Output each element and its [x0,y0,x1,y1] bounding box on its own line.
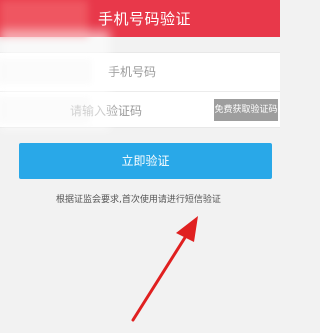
blurred-left-area [0,30,110,130]
page-title: 手机号码验证 [98,10,192,28]
sms-notice-text: 根据证监会要求,首次使用请进行短信验证 [56,195,221,205]
arrow-head [176,216,198,242]
phone-number-input[interactable] [108,53,268,90]
sms-verification-screen: 手机号码验证 免费获取验证码 立即验证 根据证监会要求,首次使用请进行短信验证 [0,0,280,333]
verify-now-button[interactable]: 立即验证 [19,143,272,179]
arrow-shaft [131,226,193,322]
get-code-button[interactable]: 免费获取验证码 [214,99,278,121]
